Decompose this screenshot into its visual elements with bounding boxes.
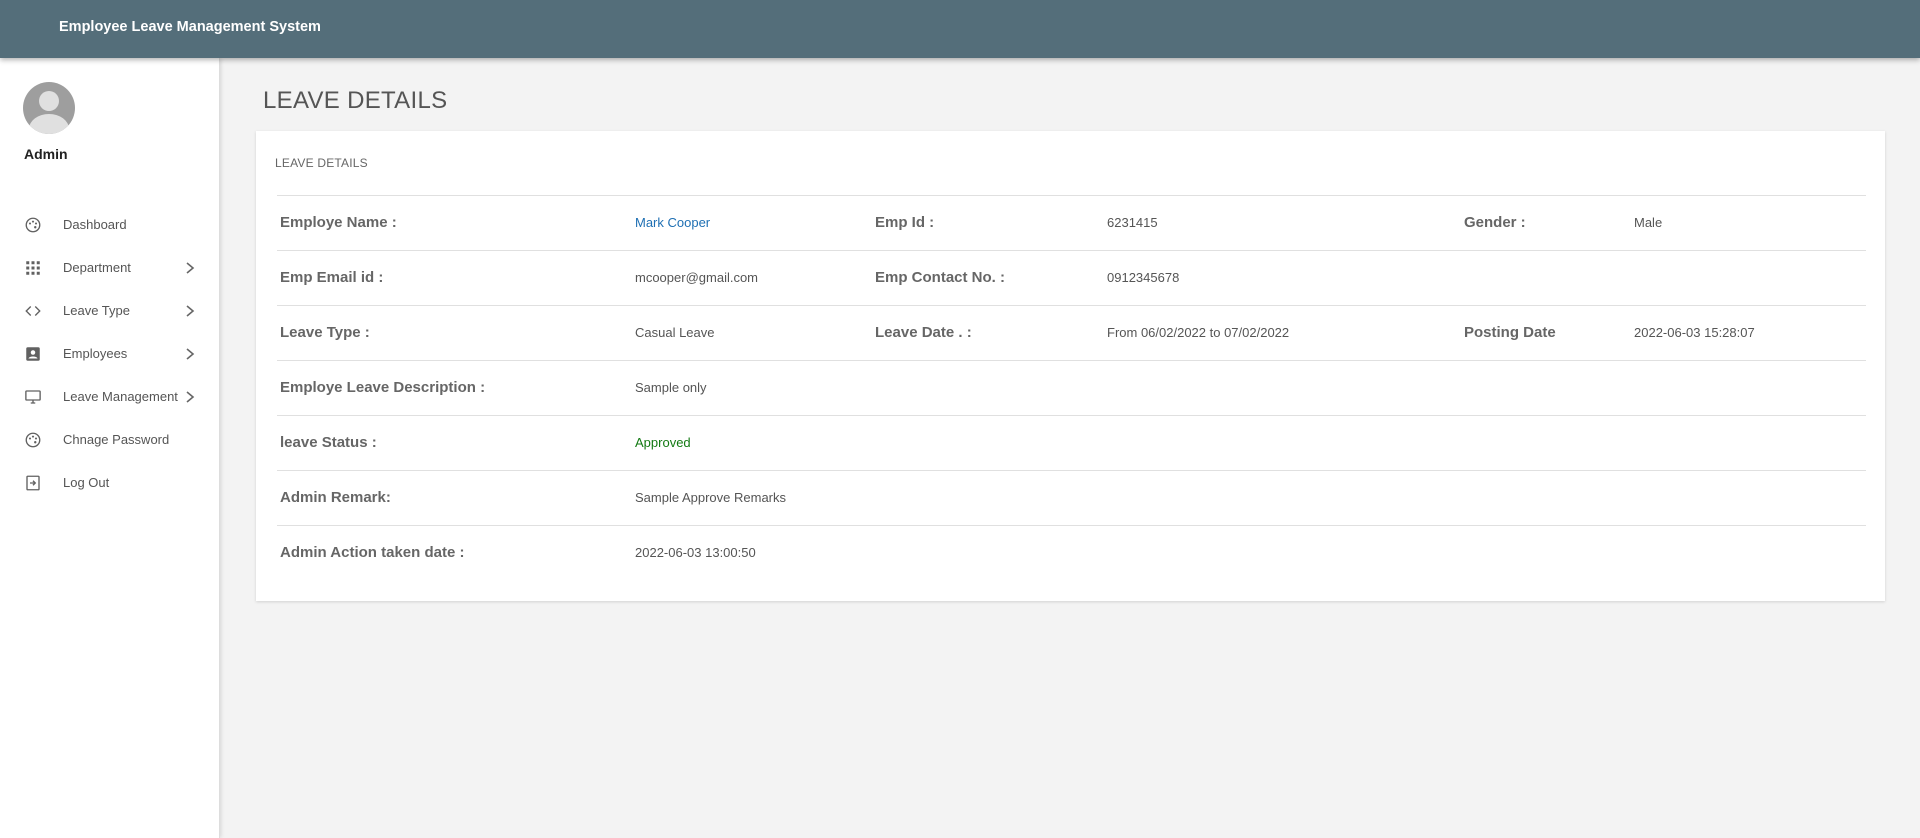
sidebar-item-employees[interactable]: Employees bbox=[0, 333, 220, 376]
sidebar-item-label: Leave Management bbox=[63, 389, 178, 404]
sidebar-item-department[interactable]: Department bbox=[0, 247, 220, 290]
description-value: Sample only bbox=[635, 380, 707, 395]
leave-date-value: From 06/02/2022 to 07/02/2022 bbox=[1107, 325, 1290, 340]
page-title: LEAVE DETAILS bbox=[263, 87, 448, 114]
action-date-label: Admin Action taken date : bbox=[280, 544, 465, 561]
employee-name-link[interactable]: Mark Cooper bbox=[635, 215, 710, 230]
leave-date-label: Leave Date . : bbox=[875, 324, 972, 341]
table-row: Admin Remark: Sample Approve Remarks bbox=[277, 470, 1866, 525]
description-label: Employe Leave Description : bbox=[280, 379, 486, 396]
leave-details-card: LEAVE DETAILS Employe Name : Mark Cooper… bbox=[256, 131, 1885, 601]
table-row: Emp Email id : mcooper@gmail.com Emp Con… bbox=[277, 250, 1866, 305]
status-label: leave Status : bbox=[280, 434, 377, 451]
sidebar-item-logout[interactable]: Log Out bbox=[0, 462, 220, 505]
emp-id-label: Emp Id : bbox=[875, 214, 935, 231]
chevron-right-icon bbox=[186, 305, 195, 317]
grid-icon bbox=[26, 261, 40, 275]
table-row: leave Status : Approved bbox=[277, 415, 1866, 470]
sidebar-item-leave-type[interactable]: Leave Type bbox=[0, 290, 220, 333]
sidebar-nav: Dashboard Department Leave Type Employee… bbox=[0, 204, 220, 505]
employee-name-label: Employe Name : bbox=[280, 214, 397, 231]
sidebar-item-label: Log Out bbox=[63, 475, 110, 490]
contact-label: Emp Contact No. : bbox=[875, 269, 1005, 286]
table-row: Employe Leave Description : Sample only bbox=[277, 360, 1866, 415]
sidebar-item-dashboard[interactable]: Dashboard bbox=[0, 204, 220, 247]
sidebar: Admin Dashboard Department Leave Type Em… bbox=[0, 58, 220, 838]
leave-type-value: Casual Leave bbox=[635, 325, 715, 340]
account-box-icon bbox=[26, 347, 40, 361]
table-row: Leave Type : Casual Leave Leave Date . :… bbox=[277, 305, 1866, 360]
app-title: Employee Leave Management System bbox=[59, 19, 321, 35]
email-value: mcooper@gmail.com bbox=[635, 270, 759, 285]
desktop-icon bbox=[25, 390, 41, 404]
user-name: Admin bbox=[24, 146, 68, 162]
chevron-right-icon bbox=[186, 262, 195, 274]
chevron-right-icon bbox=[186, 391, 195, 403]
chevron-right-icon bbox=[186, 348, 195, 360]
sidebar-item-label: Leave Type bbox=[63, 303, 130, 318]
top-app-bar: Employee Leave Management System bbox=[0, 0, 1920, 58]
email-label: Emp Email id : bbox=[280, 269, 384, 286]
status-badge: Approved bbox=[635, 435, 691, 450]
posting-date-label: Posting Date bbox=[1464, 324, 1556, 341]
posting-date-value: 2022-06-03 15:28:07 bbox=[1634, 325, 1755, 340]
code-icon bbox=[25, 306, 41, 316]
leave-details-table: Employe Name : Mark Cooper Emp Id : 6231… bbox=[277, 195, 1866, 580]
sidebar-item-leave-management[interactable]: Leave Management bbox=[0, 376, 220, 419]
contact-value: 0912345678 bbox=[1107, 270, 1180, 285]
palette-icon bbox=[25, 217, 41, 233]
sidebar-item-label: Chnage Password bbox=[63, 432, 170, 447]
emp-id-value: 6231415 bbox=[1107, 215, 1158, 230]
sidebar-item-change-password[interactable]: Chnage Password bbox=[0, 419, 220, 462]
table-row: Admin Action taken date : 2022-06-03 13:… bbox=[277, 525, 1866, 580]
sidebar-item-label: Dashboard bbox=[63, 217, 127, 232]
leave-type-label: Leave Type : bbox=[280, 324, 370, 341]
card-title: LEAVE DETAILS bbox=[275, 156, 368, 170]
user-avatar-icon bbox=[23, 82, 75, 134]
action-date-value: 2022-06-03 13:00:50 bbox=[635, 545, 756, 560]
sidebar-item-label: Employees bbox=[63, 346, 128, 361]
table-row: Employe Name : Mark Cooper Emp Id : 6231… bbox=[277, 195, 1866, 250]
remark-value: Sample Approve Remarks bbox=[635, 490, 787, 505]
logout-icon bbox=[26, 475, 40, 491]
remark-label: Admin Remark: bbox=[280, 489, 391, 506]
palette-icon bbox=[25, 432, 41, 448]
gender-value: Male bbox=[1634, 215, 1663, 230]
gender-label: Gender : bbox=[1464, 214, 1526, 231]
sidebar-item-label: Department bbox=[63, 260, 131, 275]
